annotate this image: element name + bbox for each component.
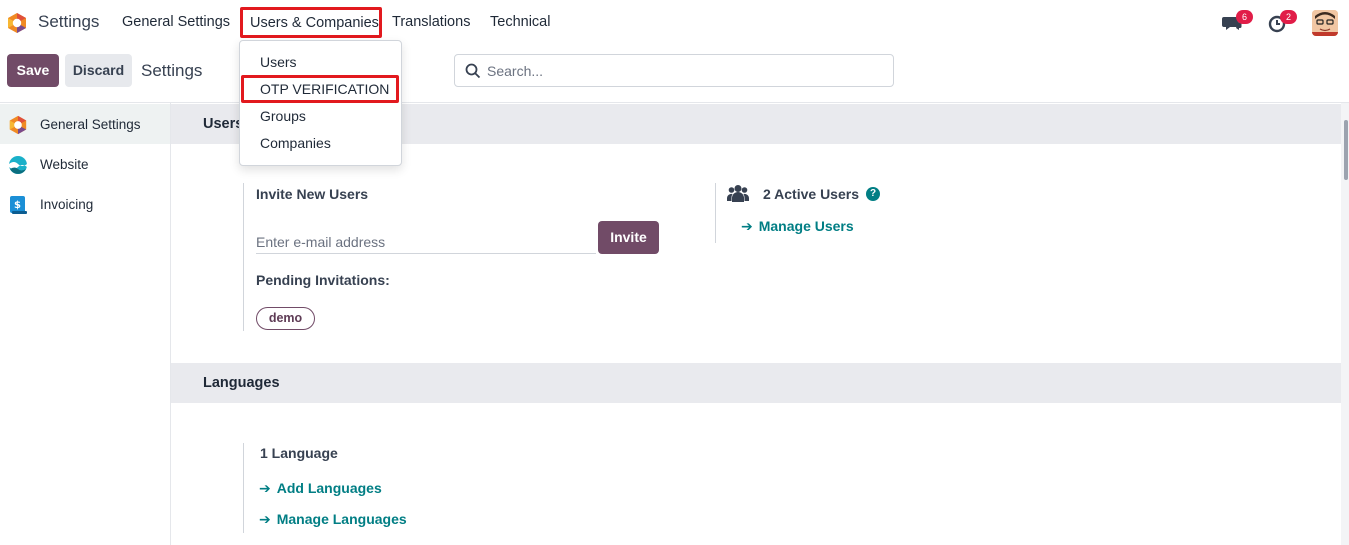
help-icon[interactable]: ? — [866, 187, 880, 201]
settings-app-icon[interactable] — [6, 12, 28, 34]
sidebar-item-website[interactable]: Website — [0, 144, 170, 184]
settings-app-icon — [9, 115, 27, 135]
languages-block-border — [243, 443, 244, 533]
avatar-face-icon — [1312, 10, 1338, 36]
menu-general-settings[interactable]: General Settings — [122, 14, 230, 30]
menu-users-companies-label: Users & Companies — [250, 15, 379, 31]
languages-section-header: Languages — [171, 363, 1341, 403]
pending-invitation-tag[interactable]: demo — [256, 307, 315, 330]
arrow-right-icon: ➔ — [259, 480, 271, 496]
users-group-icon — [727, 185, 749, 202]
breadcrumb-title: Settings — [141, 61, 203, 80]
dropdown-item-groups[interactable]: Groups — [260, 108, 306, 124]
save-button[interactable]: Save — [7, 54, 59, 87]
activity-badge: 2 — [1280, 10, 1297, 24]
add-languages-label: Add Languages — [276, 480, 382, 496]
sidebar-item-label: Website — [40, 157, 89, 172]
menu-technical[interactable]: Technical — [490, 14, 550, 30]
dropdown-item-companies[interactable]: Companies — [260, 135, 331, 151]
dropdown-item-users[interactable]: Users — [260, 54, 297, 70]
search-input[interactable] — [487, 60, 877, 82]
manage-languages-label: Manage Languages — [276, 511, 407, 527]
invite-new-users-title: Invite New Users — [256, 186, 369, 202]
discard-button[interactable]: Discard — [65, 54, 132, 87]
manage-users-link[interactable]: ➔ Manage Users — [741, 218, 854, 235]
menu-users-companies[interactable]: Users & Companies — [240, 7, 382, 38]
active-users-block-border — [715, 183, 716, 243]
active-users-count: 2 Active Users — [763, 186, 859, 202]
search-icon — [465, 63, 481, 79]
sidebar-item-general-settings[interactable]: General Settings — [0, 104, 170, 144]
pending-invitations-label: Pending Invitations: — [256, 272, 390, 288]
sidebar-item-label: Invoicing — [40, 197, 94, 212]
website-app-icon — [9, 156, 27, 174]
invite-block-border — [243, 183, 244, 331]
messages-badge: 6 — [1236, 10, 1253, 24]
search-box[interactable] — [454, 54, 894, 87]
manage-users-label: Manage Users — [758, 218, 854, 234]
settings-sidebar: General Settings Website $ Invoicing — [0, 103, 171, 545]
header-divider — [0, 102, 1349, 103]
users-companies-dropdown: Users OTP VERIFICATION Groups Companies — [239, 40, 402, 166]
add-languages-link[interactable]: ➔ Add Languages — [259, 480, 382, 497]
otp-verification-highlight — [241, 75, 399, 103]
invite-button[interactable]: Invite — [598, 221, 659, 254]
sidebar-item-label: General Settings — [40, 117, 141, 132]
user-avatar[interactable] — [1312, 10, 1338, 36]
svg-text:$: $ — [14, 200, 21, 211]
invoicing-app-icon: $ — [10, 196, 27, 214]
manage-languages-link[interactable]: ➔ Manage Languages — [259, 511, 407, 528]
menu-translations[interactable]: Translations — [392, 14, 470, 30]
languages-section-title: Languages — [203, 375, 280, 391]
sidebar-item-invoicing[interactable]: $ Invoicing — [0, 184, 170, 224]
arrow-right-icon: ➔ — [259, 511, 271, 527]
arrow-right-icon: ➔ — [741, 218, 753, 234]
scrollbar-thumb[interactable] — [1344, 120, 1348, 180]
top-navbar: Settings General Settings Users & Compan… — [0, 0, 1349, 46]
email-field[interactable] — [256, 230, 596, 254]
language-count: 1 Language — [260, 445, 338, 461]
app-title[interactable]: Settings — [38, 12, 99, 32]
users-section-title: Users — [203, 116, 244, 132]
